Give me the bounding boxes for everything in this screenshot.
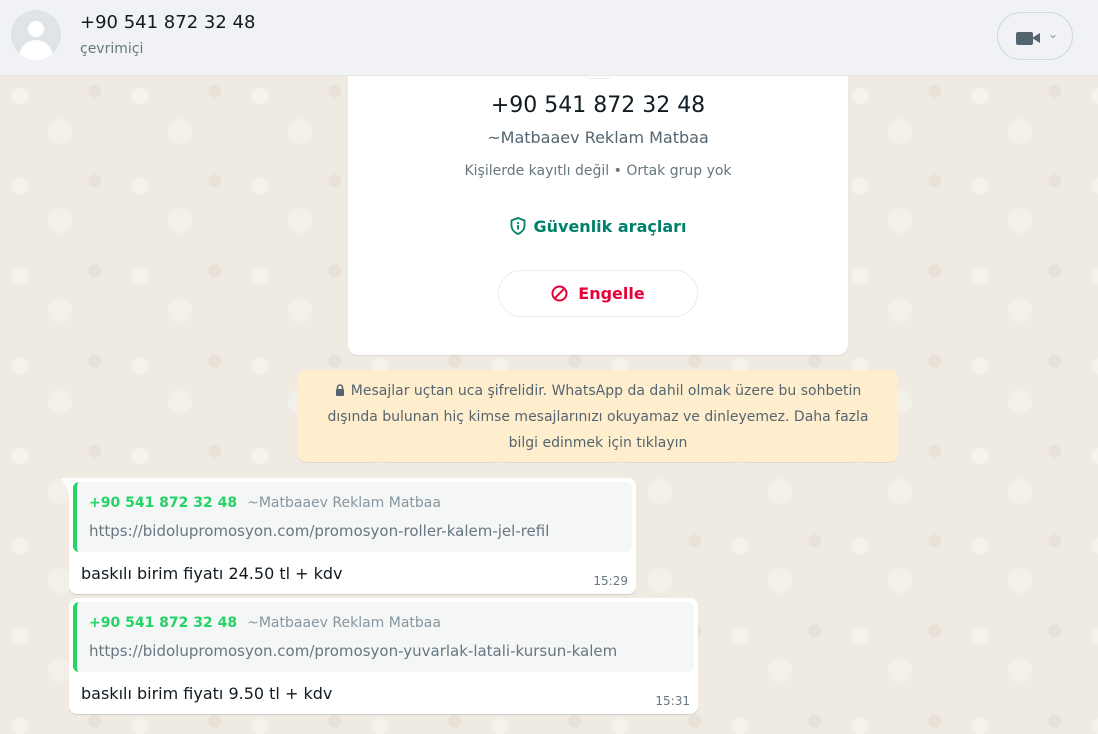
avatar-body <box>19 40 53 60</box>
contact-info-card: +90 541 872 32 48 ~Matbaaev Reklam Matba… <box>348 76 848 355</box>
chat-header[interactable]: +90 541 872 32 48 çevrimiçi ⌄ <box>0 0 1098 76</box>
quoted-sender-name: ~Matbaaev Reklam Matbaa <box>247 495 441 511</box>
card-avatar-edge <box>580 68 616 79</box>
message-text: baskılı birim fiyatı 9.50 tl + kdv <box>81 684 333 703</box>
message-time: 15:29 <box>593 574 628 588</box>
message-bubble[interactable]: +90 541 872 32 48 ~Matbaaev Reklam Matbaa… <box>69 598 698 714</box>
quoted-sender-name: ~Matbaaev Reklam Matbaa <box>247 615 441 631</box>
quoted-sender-phone: +90 541 872 32 48 <box>89 495 238 511</box>
avatar-head <box>28 21 44 37</box>
quoted-text: https://bidolupromosyon.com/promosyon-yu… <box>89 642 618 660</box>
quoted-message[interactable]: +90 541 872 32 48 ~Matbaaev Reklam Matbaa… <box>73 482 632 552</box>
lock-icon <box>335 384 344 396</box>
block-label: Engelle <box>578 284 645 303</box>
message-bubble[interactable]: +90 541 872 32 48 ~Matbaaev Reklam Matbaa… <box>61 478 636 594</box>
contact-meta: Kişilerde kayıtlı değil • Ortak grup yok <box>464 163 732 179</box>
message-time: 15:31 <box>655 694 690 708</box>
quoted-message[interactable]: +90 541 872 32 48 ~Matbaaev Reklam Matbaa… <box>73 602 694 672</box>
contact-name: ~Matbaaev Reklam Matbaa <box>487 128 709 147</box>
quoted-sender-phone: +90 541 872 32 48 <box>89 615 238 631</box>
chat-title[interactable]: +90 541 872 32 48 <box>80 12 255 33</box>
security-tools-button[interactable]: Güvenlik araçları <box>348 217 848 236</box>
quoted-text: https://bidolupromosyon.com/promosyon-ro… <box>89 522 550 540</box>
contact-phone: +90 541 872 32 48 <box>490 93 706 118</box>
encryption-notice-text: Mesajlar uçtan uca şifrelidir. WhatsApp … <box>327 383 869 451</box>
video-camera-lens <box>1032 33 1040 43</box>
avatar[interactable] <box>11 10 61 60</box>
chat-status: çevrimiçi <box>80 41 144 57</box>
video-camera-icon <box>1016 32 1033 45</box>
shield-icon <box>510 217 525 235</box>
block-icon <box>551 285 568 302</box>
security-tools-label: Güvenlik araçları <box>533 217 687 236</box>
message-text: baskılı birim fiyatı 24.50 tl + kdv <box>81 564 343 583</box>
quoted-sender: +90 541 872 32 48 ~Matbaaev Reklam Matbaa <box>89 495 441 511</box>
quoted-sender: +90 541 872 32 48 ~Matbaaev Reklam Matbaa <box>89 615 441 631</box>
video-call-button[interactable]: ⌄ <box>997 12 1073 60</box>
block-button[interactable]: Engelle <box>498 270 698 317</box>
chevron-down-icon: ⌄ <box>1048 27 1059 41</box>
encryption-notice[interactable]: Mesajlar uçtan uca şifrelidir. WhatsApp … <box>298 370 898 462</box>
bubble-tail <box>61 478 69 491</box>
